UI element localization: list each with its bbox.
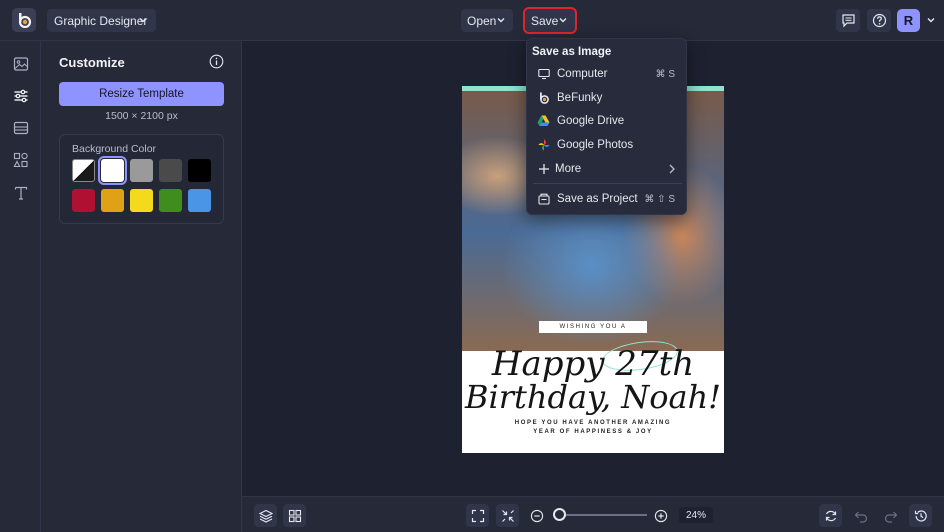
swatch-gray[interactable]: [130, 159, 153, 182]
zoom-slider-thumb[interactable]: [553, 508, 566, 521]
swatch-transparent[interactable]: [72, 159, 95, 182]
layers-icon: [258, 509, 273, 523]
monitor-icon: [537, 68, 550, 81]
chevron-down-icon: [139, 18, 147, 23]
info-icon[interactable]: [209, 54, 224, 69]
avatar-initial: R: [903, 13, 914, 28]
layout-icon: [13, 121, 29, 135]
image-icon: [13, 57, 29, 71]
app-mode-label: Graphic Designer: [54, 13, 148, 28]
save-menu: Save as Image Computer ⌘ S BeFunky Googl…: [526, 38, 687, 215]
logo-icon: [18, 13, 32, 28]
help-icon: [872, 13, 886, 28]
customize-panel: Customize Resize Template 1500 × 2100 px…: [41, 41, 242, 532]
menu-item-google-photos[interactable]: Google Photos: [527, 134, 688, 156]
actual-size-button[interactable]: [496, 504, 519, 527]
menu-label: Save as Project: [557, 193, 638, 205]
zoom-slider-track[interactable]: [559, 514, 647, 516]
zoom-out-button[interactable]: [525, 504, 548, 527]
swatch-blue[interactable]: [188, 189, 211, 212]
background-color-label: Background Color: [72, 143, 157, 155]
history-button[interactable]: [909, 504, 932, 527]
chevron-right-icon: [668, 164, 676, 174]
menu-item-google-drive[interactable]: Google Drive: [527, 110, 688, 132]
menu-divider: [533, 183, 682, 184]
subtext-line-2[interactable]: YEAR OF HAPPINESS & JOY: [462, 429, 724, 435]
template-dimensions: 1500 × 2100 px: [105, 110, 178, 122]
menu-shortcut: ⌘ ⇧ S: [644, 193, 675, 205]
shrink-icon: [501, 509, 514, 522]
wishing-text[interactable]: WISHING YOU A: [539, 321, 647, 333]
menu-label: More: [555, 163, 582, 175]
save-label: Save: [531, 13, 559, 28]
swatch-yellow[interactable]: [130, 189, 153, 212]
layers-button[interactable]: [254, 504, 277, 527]
menu-shortcut: ⌘ S: [655, 68, 675, 80]
help-button[interactable]: [867, 9, 891, 32]
chevron-down-icon[interactable]: [925, 14, 937, 26]
grid-button[interactable]: [283, 504, 306, 527]
menu-item-more[interactable]: More: [527, 158, 688, 180]
redo-button[interactable]: [879, 504, 902, 527]
layout-tool-button[interactable]: [12, 119, 30, 137]
swatch-orange[interactable]: [101, 189, 124, 212]
zoom-in-button[interactable]: [649, 504, 672, 527]
menu-item-save-as-project[interactable]: Save as Project ⌘ ⇧ S: [527, 188, 688, 210]
google-drive-icon: [537, 115, 550, 128]
replace-button[interactable]: [819, 504, 842, 527]
chevron-down-icon: [559, 18, 567, 23]
befunky-logo[interactable]: [12, 8, 36, 32]
refresh-icon: [825, 510, 836, 521]
menu-label: Google Photos: [557, 139, 634, 151]
save-as-image-heading: Save as Image: [532, 46, 612, 58]
swatch-dark-gray[interactable]: [159, 159, 182, 182]
text-tool-button[interactable]: [12, 184, 30, 202]
app-mode-dropdown[interactable]: Graphic Designer: [47, 9, 156, 32]
open-button[interactable]: Open: [461, 9, 513, 32]
subtext-line-1[interactable]: HOPE YOU HAVE ANOTHER AMAZING: [462, 420, 724, 426]
menu-label: BeFunky: [557, 92, 603, 104]
swatch-red[interactable]: [72, 189, 95, 212]
resize-template-button[interactable]: Resize Template: [59, 82, 224, 106]
fit-screen-icon: [471, 509, 484, 522]
menu-item-computer[interactable]: Computer ⌘ S: [527, 63, 688, 85]
menu-label: Google Drive: [557, 115, 625, 127]
top-bar: Graphic Designer Open Save R: [0, 0, 944, 41]
project-icon: [537, 193, 550, 206]
redo-icon: [884, 511, 897, 523]
swatch-green[interactable]: [159, 189, 182, 212]
headline-line-2[interactable]: Birthday, Noah!: [462, 378, 724, 416]
undo-button[interactable]: [849, 504, 872, 527]
swatch-black[interactable]: [188, 159, 211, 182]
swatch-white[interactable]: [98, 156, 127, 185]
chevron-down-icon: [497, 18, 505, 23]
menu-item-befunky[interactable]: BeFunky: [527, 87, 688, 109]
zoom-out-icon: [530, 509, 543, 522]
open-label: Open: [467, 13, 497, 28]
save-button[interactable]: Save: [523, 7, 577, 34]
grid-icon: [288, 509, 301, 522]
comments-button[interactable]: [836, 9, 860, 32]
tool-rail: [0, 41, 41, 532]
comment-icon: [841, 14, 855, 28]
graphics-tool-button[interactable]: [12, 151, 30, 169]
text-icon: [14, 186, 28, 200]
adjustments-icon: [14, 89, 28, 103]
background-color-card: Background Color: [59, 134, 224, 224]
image-tool-button[interactable]: [12, 55, 30, 73]
avatar[interactable]: R: [897, 9, 920, 32]
google-photos-icon: [537, 139, 550, 152]
undo-icon: [854, 511, 867, 523]
shapes-icon: [13, 152, 28, 168]
menu-label: Computer: [557, 68, 608, 80]
zoom-level[interactable]: 24%: [679, 507, 713, 523]
panel-title: Customize: [59, 55, 125, 70]
customize-tool-button[interactable]: [12, 87, 30, 105]
plus-icon: [537, 163, 550, 176]
fit-screen-button[interactable]: [466, 504, 489, 527]
history-icon: [914, 509, 927, 522]
zoom-in-icon: [654, 509, 667, 522]
befunky-icon: [537, 92, 550, 105]
